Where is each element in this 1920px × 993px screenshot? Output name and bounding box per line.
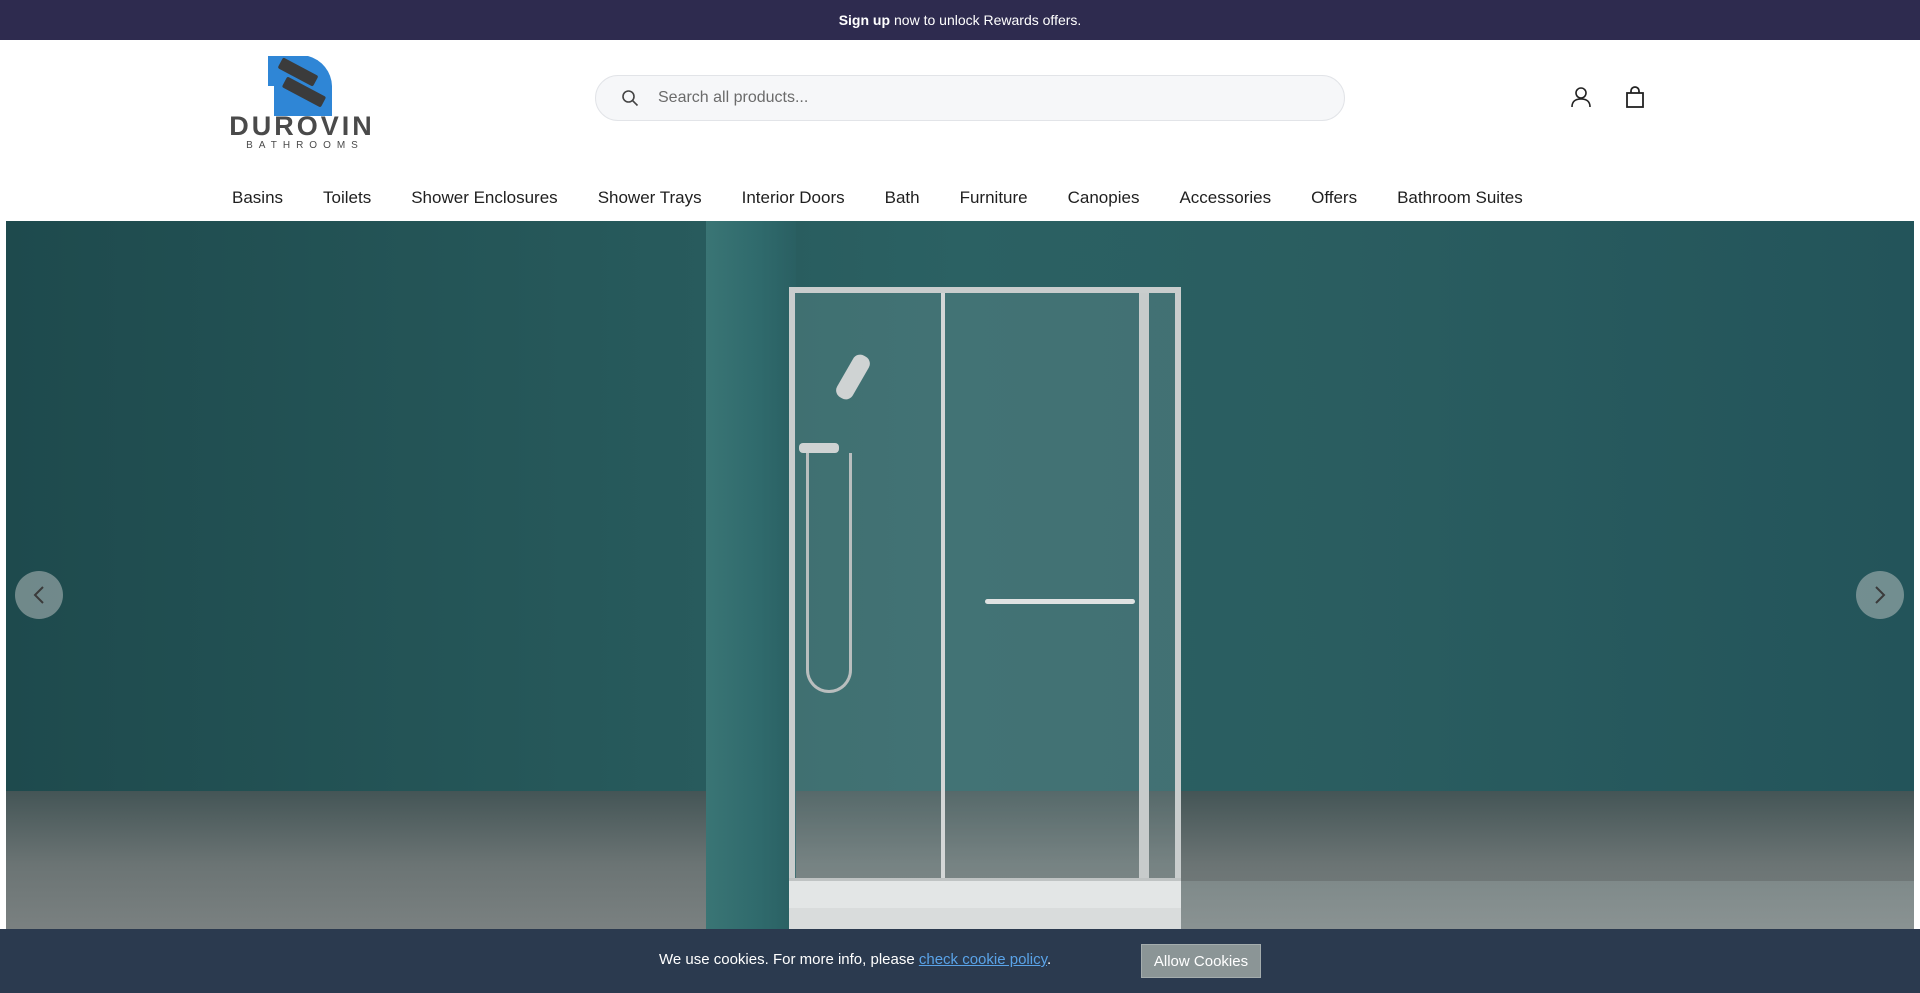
site-logo[interactable]: DUROVIN BATHROOMS: [214, 56, 390, 151]
enclosure-frame: [1139, 293, 1149, 893]
announcement-signup-link[interactable]: Sign up: [839, 12, 890, 28]
hero-wall-pillar: [706, 221, 796, 931]
nav-item-furniture[interactable]: Furniture: [960, 188, 1028, 208]
enclosure-handle: [985, 599, 1135, 604]
search-input[interactable]: [658, 89, 1298, 107]
enclosure-tray: [789, 878, 1181, 908]
shopping-bag-icon[interactable]: [1622, 84, 1648, 110]
shower-hose: [806, 453, 852, 693]
allow-cookies-button[interactable]: Allow Cookies: [1141, 944, 1261, 978]
nav-item-shower-enclosures[interactable]: Shower Enclosures: [411, 188, 557, 208]
nav-item-offers[interactable]: Offers: [1311, 188, 1357, 208]
nav-item-basins[interactable]: Basins: [232, 188, 283, 208]
announcement-bar: Sign up now to unlock Rewards offers.: [0, 0, 1920, 40]
cookie-banner: We use cookies. For more info, please ch…: [0, 929, 1920, 993]
chevron-right-icon: [1875, 586, 1886, 604]
site-header: DUROVIN BATHROOMS: [0, 40, 1920, 160]
nav-item-interior-doors[interactable]: Interior Doors: [742, 188, 845, 208]
shower-bracket: [799, 443, 839, 453]
account-icon[interactable]: [1568, 84, 1594, 110]
slider-next-button[interactable]: [1856, 571, 1904, 619]
logo-subtitle: BATHROOMS: [246, 140, 364, 151]
hero-slider: [6, 221, 1914, 993]
cookie-policy-link[interactable]: check cookie policy: [919, 951, 1047, 968]
announcement-text: now to unlock Rewards offers.: [894, 12, 1082, 28]
nav-item-bath[interactable]: Bath: [885, 188, 920, 208]
nav-item-accessories[interactable]: Accessories: [1179, 188, 1271, 208]
slider-prev-button[interactable]: [15, 571, 63, 619]
search-icon[interactable]: [620, 88, 640, 108]
nav-item-toilets[interactable]: Toilets: [323, 188, 371, 208]
cookie-text: We use cookies. For more info, please: [659, 951, 915, 968]
search-bar[interactable]: [595, 75, 1345, 121]
logo-mark-icon: [268, 56, 332, 116]
logo-wordmark: DUROVIN: [229, 111, 375, 141]
main-nav: Basins Toilets Shower Enclosures Shower …: [0, 175, 1920, 221]
cookie-text-end: .: [1046, 951, 1052, 968]
nav-item-shower-trays[interactable]: Shower Trays: [598, 188, 702, 208]
nav-item-bathroom-suites[interactable]: Bathroom Suites: [1397, 188, 1523, 208]
cookie-message: We use cookies. For more info, please ch…: [659, 951, 1051, 968]
chevron-left-icon: [33, 586, 44, 604]
nav-item-canopies[interactable]: Canopies: [1068, 188, 1140, 208]
enclosure-divider: [941, 293, 945, 893]
